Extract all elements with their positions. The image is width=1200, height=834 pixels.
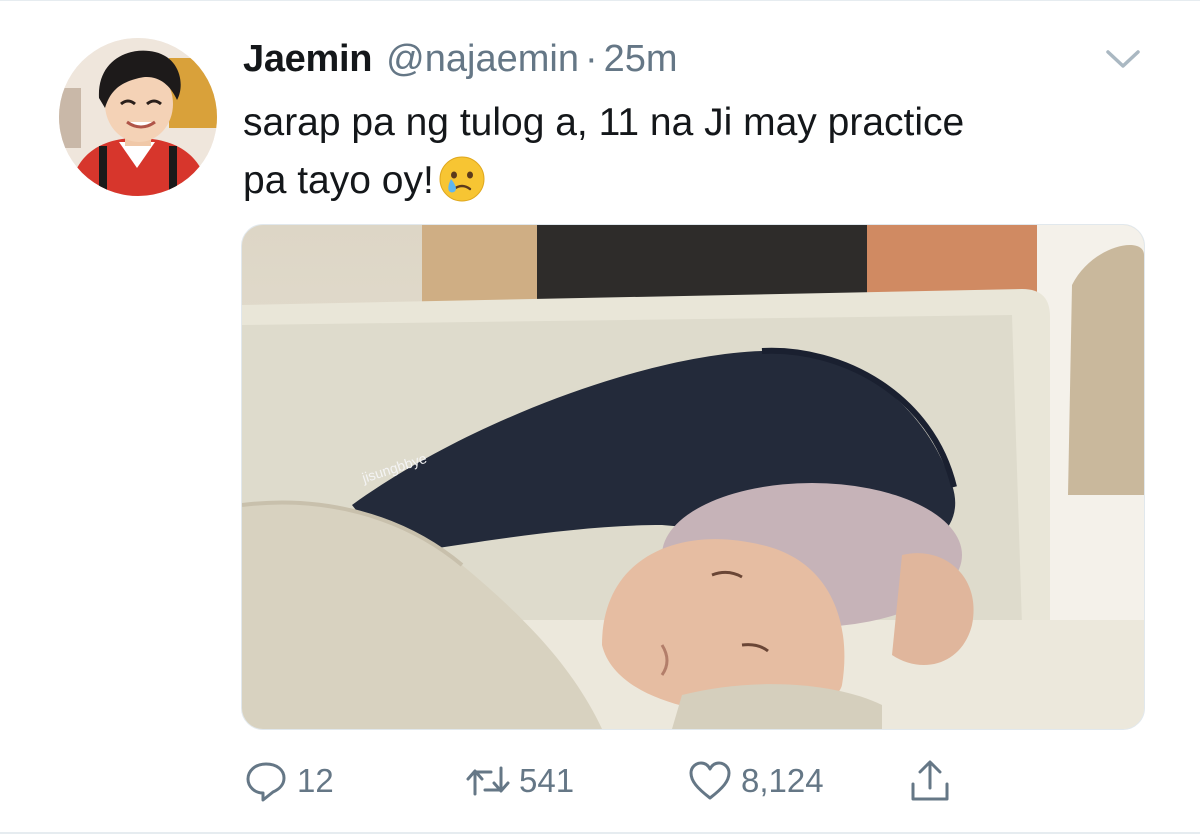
- tweet-header: Jaemin @najaemin · 25m: [243, 38, 678, 86]
- avatar-image: [59, 38, 217, 196]
- tweet-text-line-2-text: pa tayo oy!: [243, 159, 434, 202]
- user-handle[interactable]: @najaemin: [386, 38, 579, 81]
- tweet-text: sarap pa ng tulog a, 11 na Ji may practi…: [243, 94, 1143, 210]
- like-button[interactable]: 8,124: [687, 754, 824, 808]
- avatar[interactable]: [59, 38, 217, 196]
- tweet-media-image[interactable]: jisungbbye: [241, 224, 1145, 730]
- top-divider: [0, 0, 1200, 1]
- tweet-actions: 12 541 8,124: [243, 754, 1003, 808]
- timestamp[interactable]: 25m: [604, 38, 678, 81]
- heart-icon: [689, 761, 731, 800]
- retweet-button[interactable]: 541: [465, 754, 574, 808]
- sleeping-photo: jisungbbye: [242, 225, 1144, 729]
- retweet-count: 541: [519, 762, 575, 799]
- chevron-down-icon[interactable]: [1102, 44, 1144, 72]
- reply-count: 12: [297, 762, 334, 799]
- reply-button[interactable]: 12: [243, 754, 334, 808]
- tweet-text-line-2: pa tayo oy!: [243, 152, 1143, 210]
- display-name[interactable]: Jaemin: [243, 38, 372, 81]
- share-button[interactable]: [907, 754, 953, 808]
- separator-dot: ·: [584, 38, 598, 80]
- reply-icon: [246, 762, 286, 802]
- like-count: 8,124: [741, 762, 824, 799]
- crying-face-emoji-icon: [439, 156, 485, 202]
- share-icon: [911, 760, 949, 801]
- tweet-text-line-1: sarap pa ng tulog a, 11 na Ji may practi…: [243, 101, 965, 144]
- retweet-icon: [466, 766, 510, 796]
